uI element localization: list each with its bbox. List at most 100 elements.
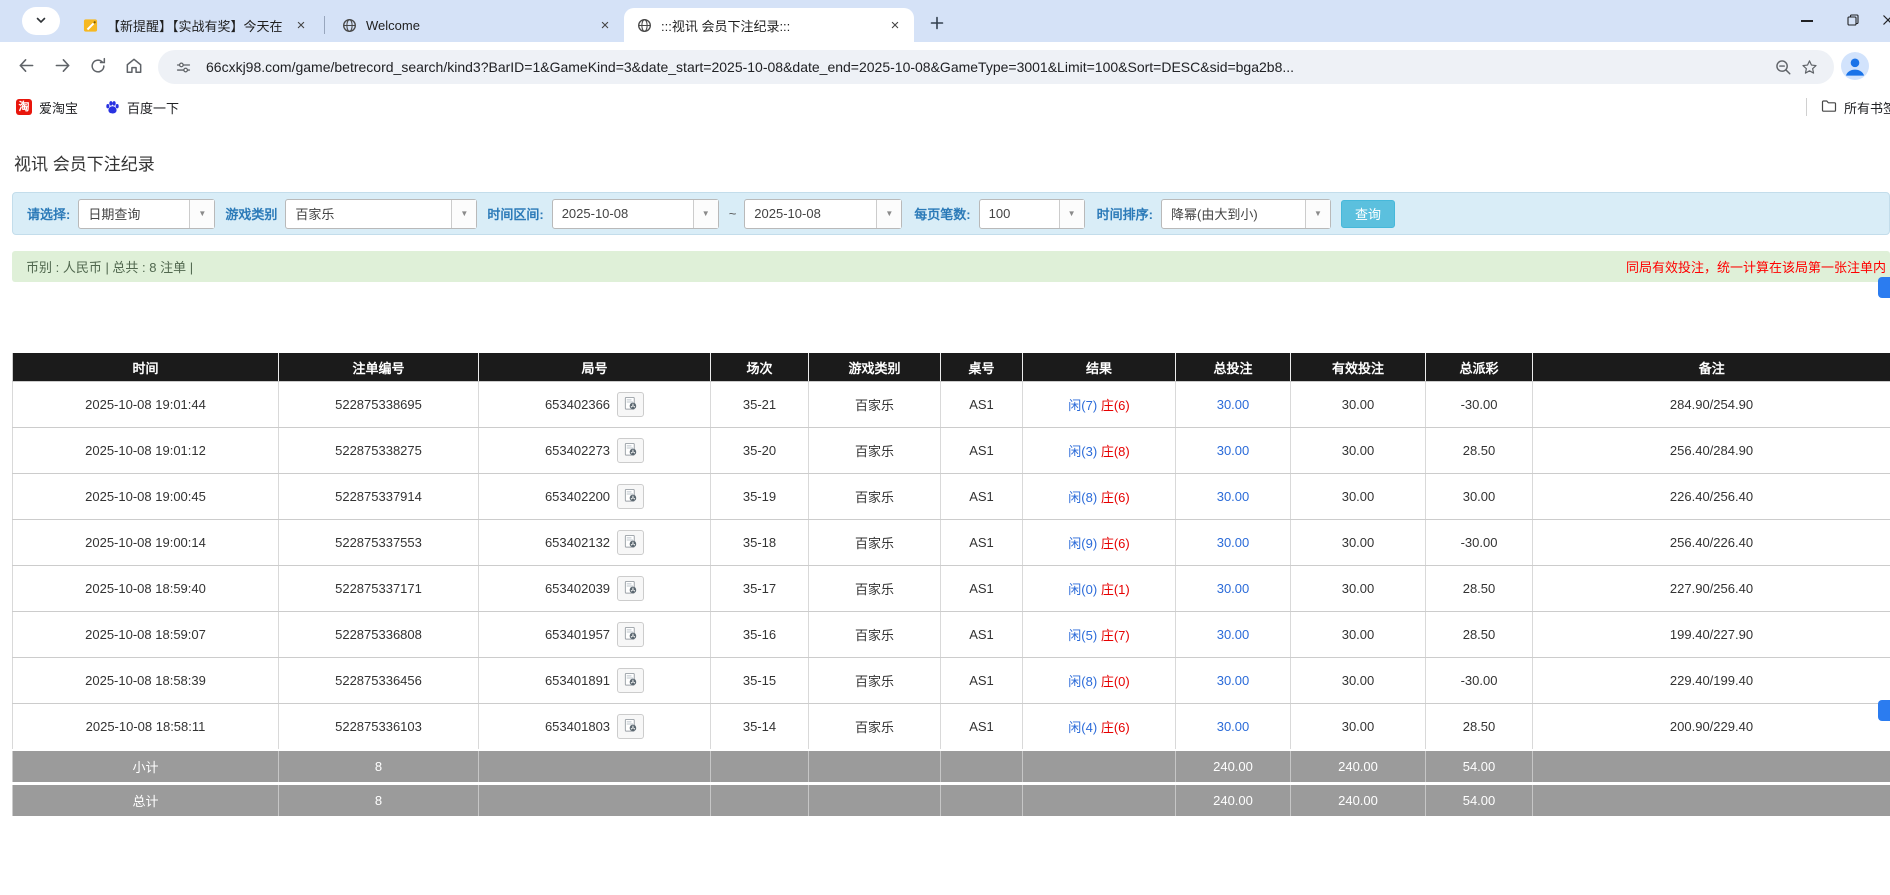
game-type-cell: 百家乐 xyxy=(809,612,941,658)
video-replay-button[interactable] xyxy=(617,438,644,463)
caret-down-icon: ▼ xyxy=(693,200,718,228)
bookmark-star-icon[interactable] xyxy=(1796,54,1822,80)
total-bet-link[interactable]: 30.00 xyxy=(1217,719,1250,734)
tab-title: 【新提醒】【实战有奖】今天在 xyxy=(107,16,284,35)
round-cell: 653401891 xyxy=(479,658,711,704)
close-button[interactable] xyxy=(1876,0,1890,42)
table-no-cell: AS1 xyxy=(941,520,1023,566)
video-replay-button[interactable] xyxy=(617,668,644,693)
session-cell: 35-15 xyxy=(711,658,809,704)
column-header: 时间 xyxy=(13,353,279,382)
table-row: 2025-10-08 19:01:12522875338275653402273… xyxy=(13,428,1890,474)
minimize-button[interactable] xyxy=(1784,0,1830,42)
time-cell: 2025-10-08 19:00:45 xyxy=(13,474,279,520)
remark-cell: 284.90/254.90 xyxy=(1533,382,1890,428)
round-cell: 653402366 xyxy=(479,382,711,428)
url-bar[interactable]: 66cxkj98.com/game/betrecord_search/kind3… xyxy=(158,50,1834,84)
game-type-value: 百家乐 xyxy=(286,200,451,228)
remark-cell: 200.90/229.40 xyxy=(1533,704,1890,751)
tab-close-icon[interactable]: × xyxy=(292,16,310,34)
total-bet-cell: 30.00 xyxy=(1176,474,1291,520)
tab-3[interactable]: :::视讯 会员下注纪录:::× xyxy=(624,8,914,42)
date-start-input[interactable]: 2025-10-08 ▼ xyxy=(552,199,719,229)
session-cell: 35-18 xyxy=(711,520,809,566)
folder-icon xyxy=(1821,98,1837,117)
tab-divider xyxy=(324,16,325,34)
video-replay-button[interactable] xyxy=(617,714,644,739)
remark-cell: 227.90/256.40 xyxy=(1533,566,1890,612)
profile-avatar[interactable] xyxy=(1840,52,1870,82)
total-bet-link[interactable]: 30.00 xyxy=(1217,627,1250,642)
total-bet-link[interactable]: 30.00 xyxy=(1217,673,1250,688)
tab-close-icon[interactable]: × xyxy=(596,16,614,34)
subtotal-row-valid-bet-cell: 240.00 xyxy=(1291,750,1426,784)
video-replay-button[interactable] xyxy=(617,392,644,417)
reload-button[interactable] xyxy=(80,49,116,85)
query-mode-value: 日期查询 xyxy=(79,200,189,228)
payout-cell: -30.00 xyxy=(1426,520,1533,566)
total-bet-link[interactable]: 30.00 xyxy=(1217,443,1250,458)
date-range-label: 时间区间: xyxy=(487,204,543,223)
total-row-count-cell: 8 xyxy=(279,784,479,817)
payout-cell: 28.50 xyxy=(1426,566,1533,612)
game-type-cell: 百家乐 xyxy=(809,566,941,612)
tab-close-icon[interactable]: × xyxy=(886,16,904,34)
window-controls xyxy=(1784,0,1890,42)
tab-search-button[interactable] xyxy=(22,7,60,35)
zoom-out-icon[interactable] xyxy=(1770,54,1796,80)
home-button[interactable] xyxy=(116,49,152,85)
result-cell: 闲(5) 庄(7) xyxy=(1023,612,1176,658)
bookmark-label: 爱淘宝 xyxy=(39,98,78,117)
player-result: 闲(3) xyxy=(1068,444,1097,459)
site-info-icon[interactable] xyxy=(170,54,196,80)
tab-2[interactable]: Welcome× xyxy=(329,8,624,42)
new-tab-button[interactable] xyxy=(922,8,952,38)
bet-id-cell: 522875337553 xyxy=(279,520,479,566)
forward-button[interactable] xyxy=(44,49,80,85)
time-cell: 2025-10-08 19:01:44 xyxy=(13,382,279,428)
video-replay-button[interactable] xyxy=(617,576,644,601)
date-end-input[interactable]: 2025-10-08 ▼ xyxy=(744,199,902,229)
valid-bet-cell: 30.00 xyxy=(1291,520,1426,566)
round-id: 653401891 xyxy=(545,673,610,688)
total-bet-link[interactable]: 30.00 xyxy=(1217,397,1250,412)
edge-button-fragment-top[interactable] xyxy=(1878,277,1890,298)
back-button[interactable] xyxy=(8,49,44,85)
per-page-select[interactable]: 100 ▼ xyxy=(979,199,1085,229)
total-bet-link[interactable]: 30.00 xyxy=(1217,535,1250,550)
total-row-table-cell xyxy=(941,784,1023,817)
video-replay-icon xyxy=(623,442,638,460)
payout-cell: 28.50 xyxy=(1426,704,1533,751)
bet-id-cell: 522875337914 xyxy=(279,474,479,520)
bookmark-item-2[interactable]: 百度一下 xyxy=(104,98,179,117)
query-mode-select[interactable]: 日期查询 ▼ xyxy=(78,199,215,229)
search-button[interactable]: 查询 xyxy=(1341,200,1395,228)
game-type-select[interactable]: 百家乐 ▼ xyxy=(285,199,477,229)
video-replay-button[interactable] xyxy=(617,484,644,509)
column-header: 备注 xyxy=(1533,353,1890,382)
taobao-icon: 淘 xyxy=(16,99,32,115)
edge-button-fragment-bottom[interactable] xyxy=(1878,700,1890,721)
bet-id-cell: 522875336103 xyxy=(279,704,479,751)
video-replay-button[interactable] xyxy=(617,622,644,647)
restore-icon xyxy=(1847,14,1859,29)
remark-cell: 199.40/227.90 xyxy=(1533,612,1890,658)
video-replay-button[interactable] xyxy=(617,530,644,555)
total-bet-link[interactable]: 30.00 xyxy=(1217,581,1250,596)
time-cell: 2025-10-08 18:59:40 xyxy=(13,566,279,612)
time-cell: 2025-10-08 18:58:11 xyxy=(13,704,279,751)
player-result: 闲(8) xyxy=(1068,490,1097,505)
bookmark-item-1[interactable]: 淘爱淘宝 xyxy=(16,98,78,117)
all-bookmarks[interactable]: 所有书签 xyxy=(1806,92,1890,122)
payout-cell: 28.50 xyxy=(1426,428,1533,474)
restore-button[interactable] xyxy=(1830,0,1876,42)
tab-1[interactable]: 【新提醒】【实战有奖】今天在 × xyxy=(70,8,320,42)
session-cell: 35-20 xyxy=(711,428,809,474)
column-header: 桌号 xyxy=(941,353,1023,382)
sort-select[interactable]: 降幂(由大到小) ▼ xyxy=(1161,199,1331,229)
total-bet-cell: 30.00 xyxy=(1176,382,1291,428)
total-bet-link[interactable]: 30.00 xyxy=(1217,489,1250,504)
round-cell: 653402039 xyxy=(479,566,711,612)
table-row: 2025-10-08 18:59:40522875337171653402039… xyxy=(13,566,1890,612)
valid-bet-cell: 30.00 xyxy=(1291,474,1426,520)
